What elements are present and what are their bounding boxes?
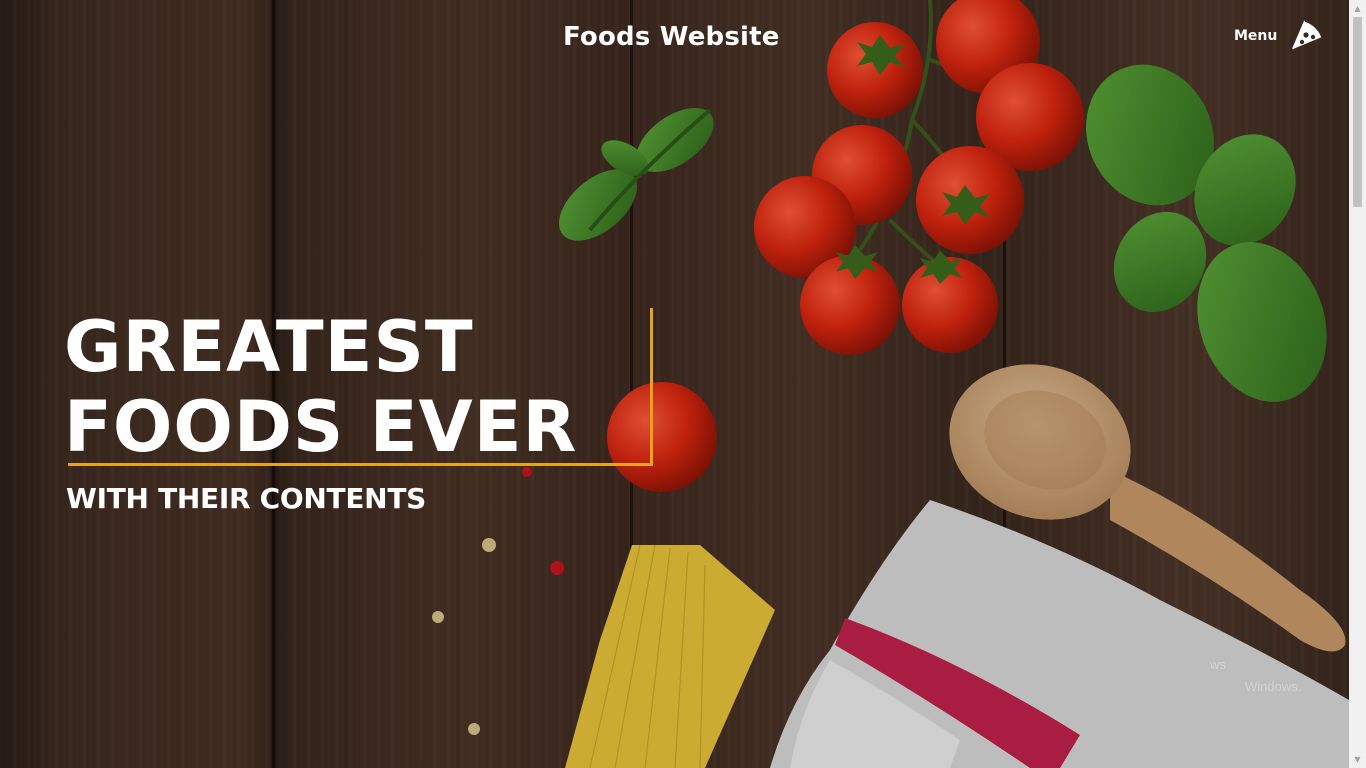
hero-heading-line-2: FOODS EVER xyxy=(64,386,578,468)
watermark-line-2: Windows. xyxy=(1245,679,1302,694)
scrollbar-thumb[interactable] xyxy=(1353,17,1362,207)
accent-line-horizontal xyxy=(68,463,653,466)
scrollbar[interactable]: ▲ ▼ xyxy=(1349,0,1366,768)
hero-heading-line-1: GREATEST xyxy=(64,306,474,388)
watermark-line-1: ws xyxy=(1210,657,1226,672)
menu-label[interactable]: Menu xyxy=(1234,28,1277,44)
scroll-down-arrow-icon[interactable]: ▼ xyxy=(1349,751,1366,768)
pizza-slice-icon[interactable] xyxy=(1289,17,1325,53)
hero-subtitle: WITH THEIR CONTENTS xyxy=(66,482,426,515)
scroll-up-arrow-icon[interactable]: ▲ xyxy=(1349,0,1366,17)
activation-watermark: ws Windows. xyxy=(1210,654,1301,698)
accent-line-vertical xyxy=(650,308,653,466)
site-title[interactable]: Foods Website xyxy=(563,22,780,52)
